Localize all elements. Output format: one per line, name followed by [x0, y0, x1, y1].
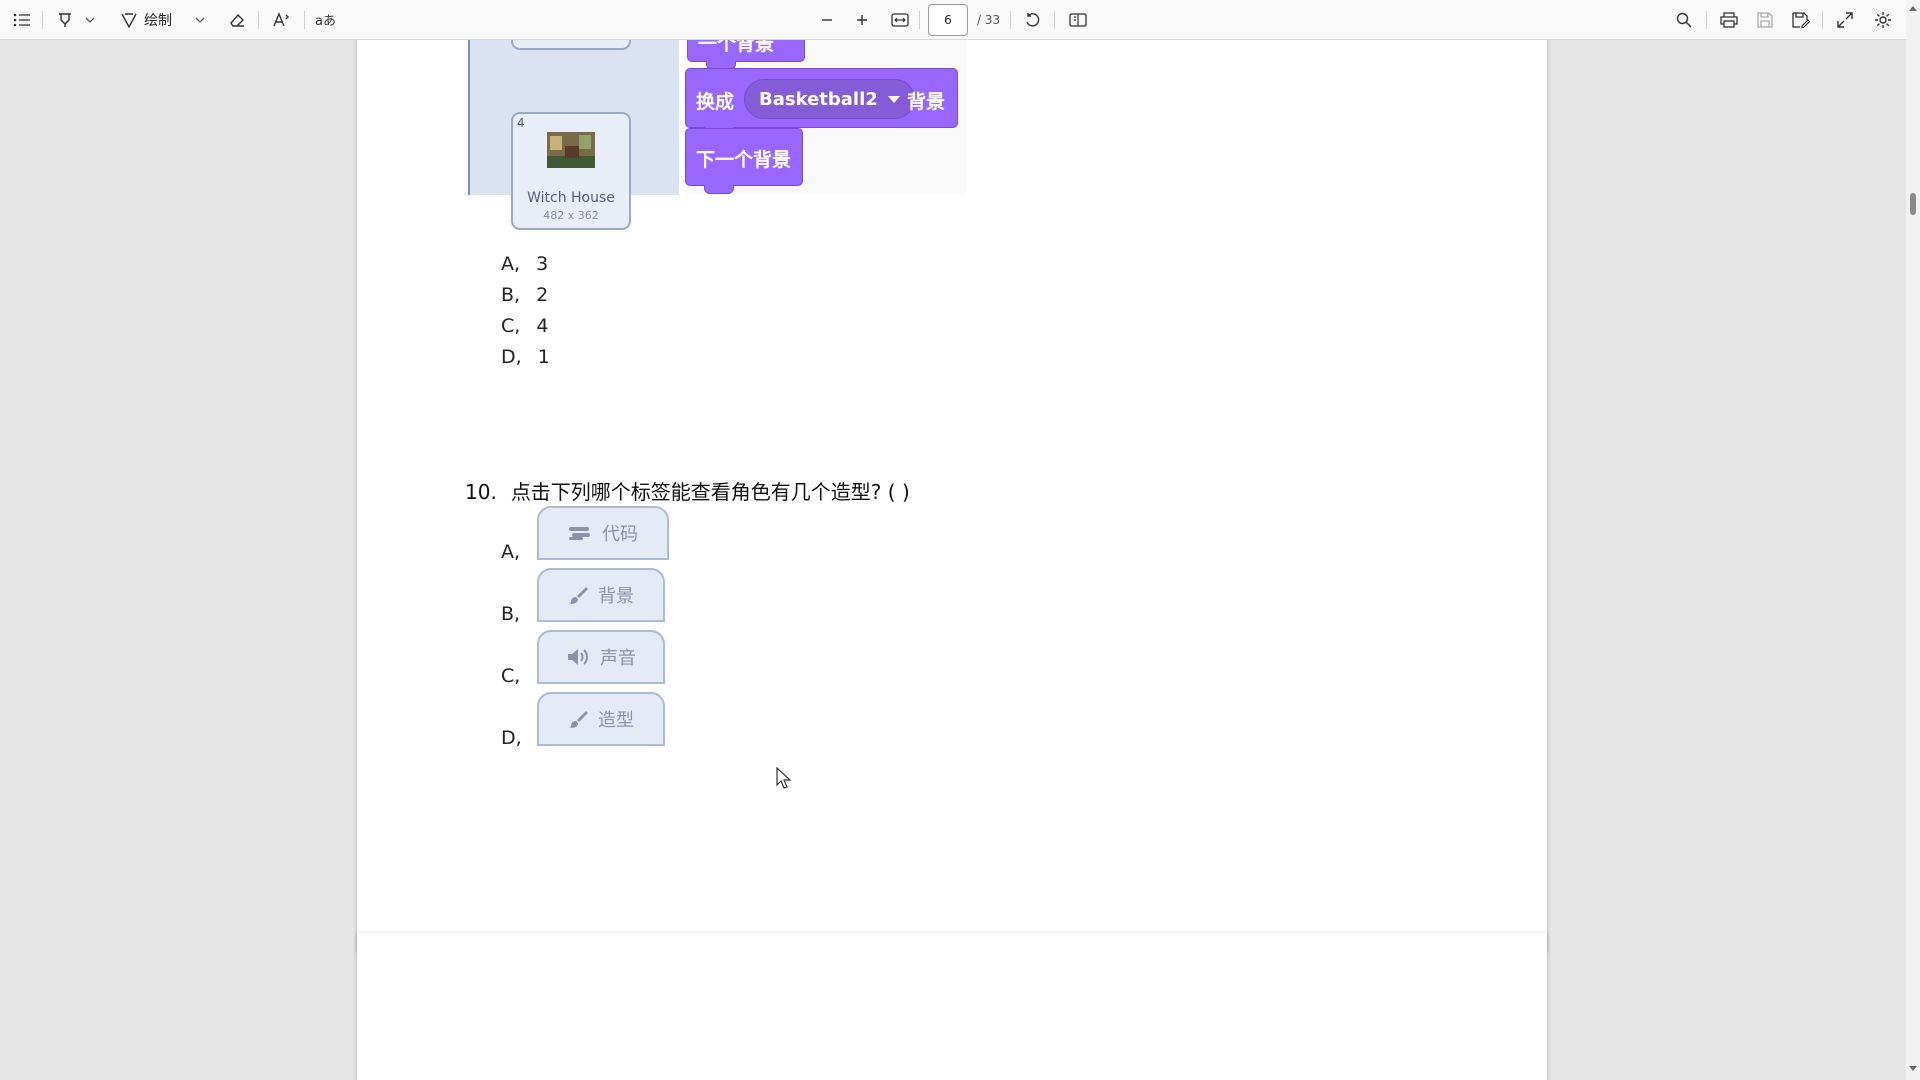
option-letter: A,: [501, 253, 521, 275]
code-area: 一个背景 换成 Basketball2 背景 下一个背景: [685, 40, 967, 195]
tab-label: 代码: [602, 524, 638, 545]
page-view-icon[interactable]: [1066, 0, 1090, 40]
switch-backdrop-block: 换成 Basketball2 背景: [685, 68, 958, 136]
fullscreen-icon[interactable]: [1834, 0, 1856, 40]
backdrop-dropdown: Basketball2: [744, 79, 915, 119]
read-aloud-icon[interactable]: [270, 0, 294, 40]
code-block-top-label: 一个背景: [698, 40, 775, 55]
translate-icon[interactable]: aあ: [314, 0, 338, 40]
backdrop-size: 482 x 362: [543, 209, 599, 222]
option-letter: C,: [501, 315, 521, 337]
backdrop-thumbnail: [547, 132, 595, 168]
pdf-toolbar: 绘制 aあ 6 / 33: [0, 0, 1920, 40]
scroll-down-arrow-icon[interactable]: [1909, 1066, 1917, 1071]
rotate-icon[interactable]: [1022, 0, 1044, 40]
save-icon[interactable]: [1754, 0, 1776, 40]
speaker-icon: [568, 649, 588, 665]
q10-question: 10. 点击下列哪个标签能查看角色有几个造型? ( ): [465, 476, 910, 505]
toolbar-separator: [1010, 11, 1011, 29]
draw-icon: [121, 13, 137, 29]
question-number: 10.: [465, 480, 497, 504]
q10-option-b-letter: B,: [501, 603, 521, 625]
q10-option-a-letter: A,: [501, 541, 521, 563]
mouse-cursor-icon: [776, 767, 792, 789]
toolbar-separator: [1706, 11, 1707, 29]
option-value: 3: [536, 253, 549, 275]
page-total: / 33: [977, 13, 1001, 27]
backdrop-card-previous: [511, 40, 631, 50]
q9-option-c: C, 4: [501, 315, 548, 337]
tab-label: 造型: [598, 710, 634, 731]
pdf-page: 4 Witch House 482 x 362 一个背景 换成 Basketba…: [357, 40, 1547, 952]
block-notch: [704, 185, 734, 194]
chevron-down-icon[interactable]: [194, 0, 206, 40]
svg-text:aあ: aあ: [315, 14, 336, 27]
gear-icon[interactable]: [1872, 0, 1894, 40]
chevron-down-icon[interactable]: [84, 0, 96, 40]
backdrop-card: 4 Witch House 482 x 362: [511, 112, 631, 230]
option-letter: B,: [501, 284, 521, 306]
tab-label: 背景: [598, 586, 634, 607]
option-letter: D,: [501, 346, 522, 368]
brush-icon: [569, 587, 588, 604]
fit-width-icon[interactable]: [888, 0, 912, 40]
q10-option-d-letter: D,: [501, 727, 522, 749]
next-backdrop-label: 下一个背景: [696, 149, 792, 171]
toolbar-separator: [258, 11, 259, 29]
q9-option-d: D, 1: [501, 346, 550, 368]
toolbar-separator: [1822, 11, 1823, 29]
tab-costumes: 造型: [537, 692, 665, 746]
toolbar-separator: [1054, 11, 1055, 29]
eraser-icon[interactable]: [226, 0, 248, 40]
search-icon[interactable]: [1673, 0, 1695, 40]
switch-suffix: 背景: [907, 91, 946, 113]
q9-option-a: A, 3: [501, 253, 548, 275]
switch-prefix: 换成: [696, 91, 735, 113]
next-backdrop-block: 下一个背景: [685, 128, 803, 194]
tab-sounds: 声音: [537, 630, 665, 684]
page-number-input[interactable]: 6: [928, 4, 968, 36]
toolbar-separator: [919, 11, 920, 29]
save-as-icon[interactable]: [1790, 0, 1812, 40]
outline-icon[interactable]: [10, 0, 34, 40]
q9-option-b: B, 2: [501, 284, 548, 306]
toolbar-separator: [42, 11, 43, 29]
q10-option-c-letter: C,: [501, 665, 521, 687]
tab-backdrops: 背景: [537, 568, 665, 622]
toolbar-separator: [304, 11, 305, 29]
backdrop-name: Witch House: [527, 190, 615, 206]
caret-down-icon: [887, 95, 900, 103]
code-block-top: 一个背景: [687, 40, 805, 70]
zoom-in-icon[interactable]: [852, 0, 872, 40]
vertical-scrollbar[interactable]: [1906, 0, 1920, 1080]
scrollbar-thumb[interactable]: [1910, 193, 1916, 215]
print-icon[interactable]: [1718, 0, 1740, 40]
backdrop-number: 4: [517, 116, 525, 130]
highlight-icon[interactable]: [54, 0, 76, 40]
question-text: 点击下列哪个标签能查看角色有几个造型? ( ): [510, 480, 910, 504]
tab-label: 声音: [600, 648, 636, 669]
tab-code: 代码: [537, 506, 669, 560]
scroll-up-arrow-icon[interactable]: [1909, 6, 1917, 11]
backdrop-dropdown-value: Basketball2: [759, 88, 878, 110]
pdf-page-next: [357, 933, 1547, 1080]
draw-label: 绘制: [144, 13, 172, 29]
option-value: 4: [536, 315, 549, 337]
option-value: 1: [537, 346, 550, 368]
zoom-out-icon[interactable]: [817, 0, 837, 40]
code-icon: [569, 527, 590, 540]
document-viewport[interactable]: 4 Witch House 482 x 362 一个背景 换成 Basketba…: [0, 40, 1906, 1080]
option-value: 2: [536, 284, 549, 306]
brush-icon: [569, 711, 588, 728]
